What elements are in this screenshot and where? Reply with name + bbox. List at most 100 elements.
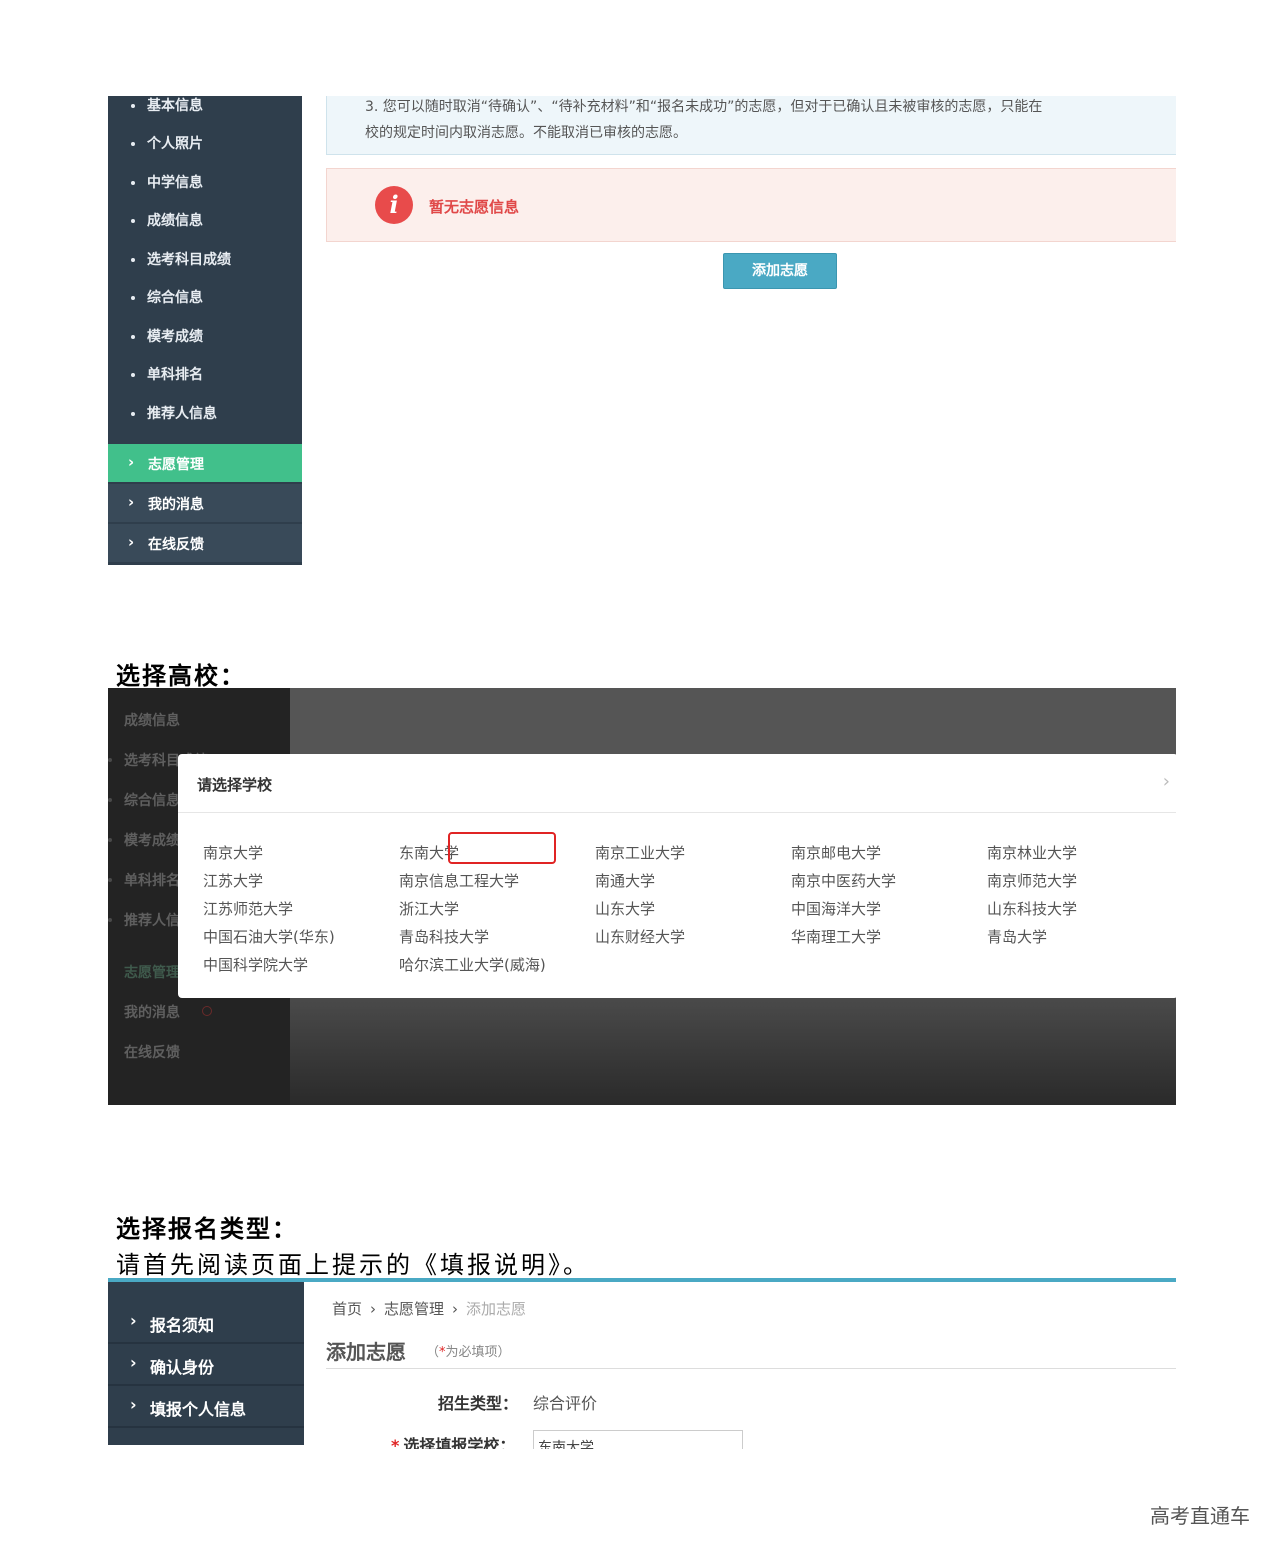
sidebar-item-school-info[interactable]: 中学信息 (108, 173, 302, 211)
required-star: * (391, 1436, 400, 1449)
bullet-icon (131, 181, 135, 185)
sidebar-item-personal-info[interactable]: › 填报个人信息 (108, 1386, 304, 1428)
required-hint: （*为必填项） (426, 1345, 511, 1360)
sidebar-item-volunteer-management: 志愿管理 (124, 965, 180, 981)
school-option[interactable]: 中国科学院大学 (203, 954, 308, 975)
instruction-text: 请首先阅读页面上提示的《填报说明》。 (116, 1251, 590, 1279)
chevron-right-icon: › (128, 533, 135, 551)
bullet-icon (131, 219, 135, 223)
dimmed-backdrop (290, 688, 1176, 754)
section-heading-select-type: 选择报名类型： (116, 1215, 298, 1243)
school-option[interactable]: 山东财经大学 (595, 926, 685, 947)
sidebar-item-feedback[interactable]: › 在线反馈 (108, 524, 302, 562)
volunteer-management-screenshot: 基本信息 个人照片 中学信息 成绩信息 选考科目成绩 综合信息 模考成绩 单科排… (108, 96, 1176, 565)
modal-title: 请选择学校 (197, 776, 273, 794)
school-option[interactable]: 中国海洋大学 (791, 898, 881, 919)
school-option[interactable]: 南京信息工程大学 (399, 870, 519, 891)
school-option[interactable]: 南京中医药大学 (791, 870, 896, 891)
bullet-icon (131, 258, 135, 262)
school-option[interactable]: 南京师范大学 (987, 870, 1077, 891)
sidebar-item-mock-grades[interactable]: 模考成绩 (108, 327, 302, 365)
sidebar-item-general-info: 综合信息 (124, 793, 180, 809)
breadcrumb-volunteer-management[interactable]: 志愿管理 (384, 1300, 444, 1318)
empty-alert: i 暂无志愿信息 (326, 168, 1176, 242)
add-volunteer-form-screenshot: › 报名须知 › 确认身份 › 填报个人信息 首页 › 志愿管理 › 添加志愿 添加志愿 （*… (108, 1278, 1176, 1449)
chevron-right-icon: › (452, 1300, 459, 1318)
bullet-icon (108, 798, 112, 802)
notice-text-line-2: 校的规定时间内取消志愿。不能取消已审核的志愿。 (365, 125, 687, 141)
sidebar-item-messages: 我的消息 (124, 1005, 180, 1021)
school-option[interactable]: 南京工业大学 (595, 842, 685, 863)
sidebar-item-general-info[interactable]: 综合信息 (108, 288, 302, 326)
sidebar-item-feedback: 在线反馈 (124, 1045, 180, 1061)
bullet-icon (131, 142, 135, 146)
bullet-icon (131, 104, 135, 108)
school-option[interactable]: 南通大学 (595, 870, 655, 891)
sidebar-item-elective-grades[interactable]: 选考科目成绩 (108, 250, 302, 288)
school-select-input[interactable]: 东南大学 (533, 1430, 743, 1449)
school-option[interactable]: 南京林业大学 (987, 842, 1077, 863)
sidebar-item-basic-info[interactable]: 基本信息 (108, 96, 302, 134)
sidebar-item-photo[interactable]: 个人照片 (108, 134, 302, 172)
chevron-right-icon: › (128, 493, 135, 511)
admission-type-value: 综合评价 (533, 1394, 598, 1413)
selection-highlight-box (448, 832, 556, 864)
bullet-icon (108, 838, 112, 842)
school-option[interactable]: 华南理工大学 (791, 926, 881, 947)
sidebar: 基本信息 个人照片 中学信息 成绩信息 选考科目成绩 综合信息 模考成绩 单科排… (108, 96, 302, 565)
sidebar: › 报名须知 › 确认身份 › 填报个人信息 (108, 1282, 304, 1445)
notice-text-line-1: 3. 您可以随时取消“待确认”、“待补充材料”和“报名未成功”的志愿，但对于已确… (365, 99, 1043, 115)
bullet-icon (108, 758, 112, 762)
bullet-icon (131, 412, 135, 416)
chevron-right-icon: › (130, 1311, 137, 1330)
sidebar-item-referee[interactable]: 推荐人信息 (108, 404, 302, 442)
school-option[interactable]: 中国石油大学(华东) (203, 926, 335, 947)
bullet-icon (131, 335, 135, 339)
breadcrumb-current: 添加志愿 (466, 1300, 527, 1318)
school-option[interactable]: 南京大学 (203, 842, 263, 863)
school-option[interactable]: 哈尔滨工业大学(威海) (399, 954, 546, 975)
bullet-icon (108, 918, 112, 922)
bullet-icon (131, 296, 135, 300)
school-option[interactable]: 青岛科技大学 (399, 926, 489, 947)
info-icon: i (375, 186, 413, 224)
breadcrumb-home[interactable]: 首页 (332, 1300, 362, 1318)
add-volunteer-button[interactable]: 添加志愿 (723, 253, 837, 289)
sidebar-item-subject-rank[interactable]: 单科排名 (108, 365, 302, 403)
school-option[interactable]: 山东大学 (595, 898, 655, 919)
school-picker-modal: 请选择学校 › 南京大学 东南大学 南京工业大学 南京邮电大学 南京林业大学 江… (178, 754, 1176, 998)
sidebar-item-mock-grades: 模考成绩 (124, 833, 180, 849)
title-divider (326, 1368, 1176, 1369)
chevron-right-icon: › (370, 1300, 377, 1318)
modal-divider (178, 812, 1176, 813)
notification-dot-icon (202, 1006, 212, 1016)
sidebar-item-grades: 成绩信息 (124, 713, 180, 729)
chevron-right-icon: › (130, 1395, 137, 1414)
sidebar-item-messages[interactable]: › 我的消息 (108, 484, 302, 522)
page-title: 添加志愿 (326, 1340, 406, 1364)
alert-message: 暂无志愿信息 (429, 198, 520, 216)
breadcrumb: 首页 › 志愿管理 › 添加志愿 (332, 1298, 526, 1319)
school-option[interactable]: 南京邮电大学 (791, 842, 881, 863)
school-option[interactable]: 浙江大学 (399, 898, 459, 919)
school-option[interactable]: 青岛大学 (987, 926, 1047, 947)
sidebar-item-grades[interactable]: 成绩信息 (108, 211, 302, 249)
watermark-text: 高考直通车 (1150, 1504, 1250, 1528)
modal-close-icon[interactable]: › (1163, 771, 1170, 792)
sidebar-item-enroll-notice[interactable]: › 报名须知 (108, 1302, 304, 1344)
section-heading-select-school: 选择高校： (116, 662, 246, 690)
sidebar-item-volunteer-management[interactable]: › 志愿管理 (108, 444, 302, 482)
school-option[interactable]: 江苏大学 (203, 870, 263, 891)
sidebar-item-subject-rank: 单科排名 (124, 873, 180, 889)
notice-panel: 3. 您可以随时取消“待确认”、“待补充材料”和“报名未成功”的志愿，但对于已确… (326, 96, 1176, 155)
chevron-right-icon: › (130, 1353, 137, 1372)
bullet-icon (131, 373, 135, 377)
chevron-right-icon: › (128, 453, 135, 471)
sidebar-item-confirm-identity[interactable]: › 确认身份 (108, 1344, 304, 1386)
admission-type-label: 招生类型： (438, 1394, 519, 1413)
school-select-label: * 选择填报学校： (391, 1432, 515, 1449)
school-option[interactable]: 江苏师范大学 (203, 898, 293, 919)
school-selection-screenshot: 成绩信息 选考科目成绩 综合信息 模考成绩 单科排名 推荐人信息 志愿管理 我的… (108, 688, 1176, 1105)
school-option[interactable]: 山东科技大学 (987, 898, 1077, 919)
dimmed-backdrop (290, 998, 1176, 1105)
